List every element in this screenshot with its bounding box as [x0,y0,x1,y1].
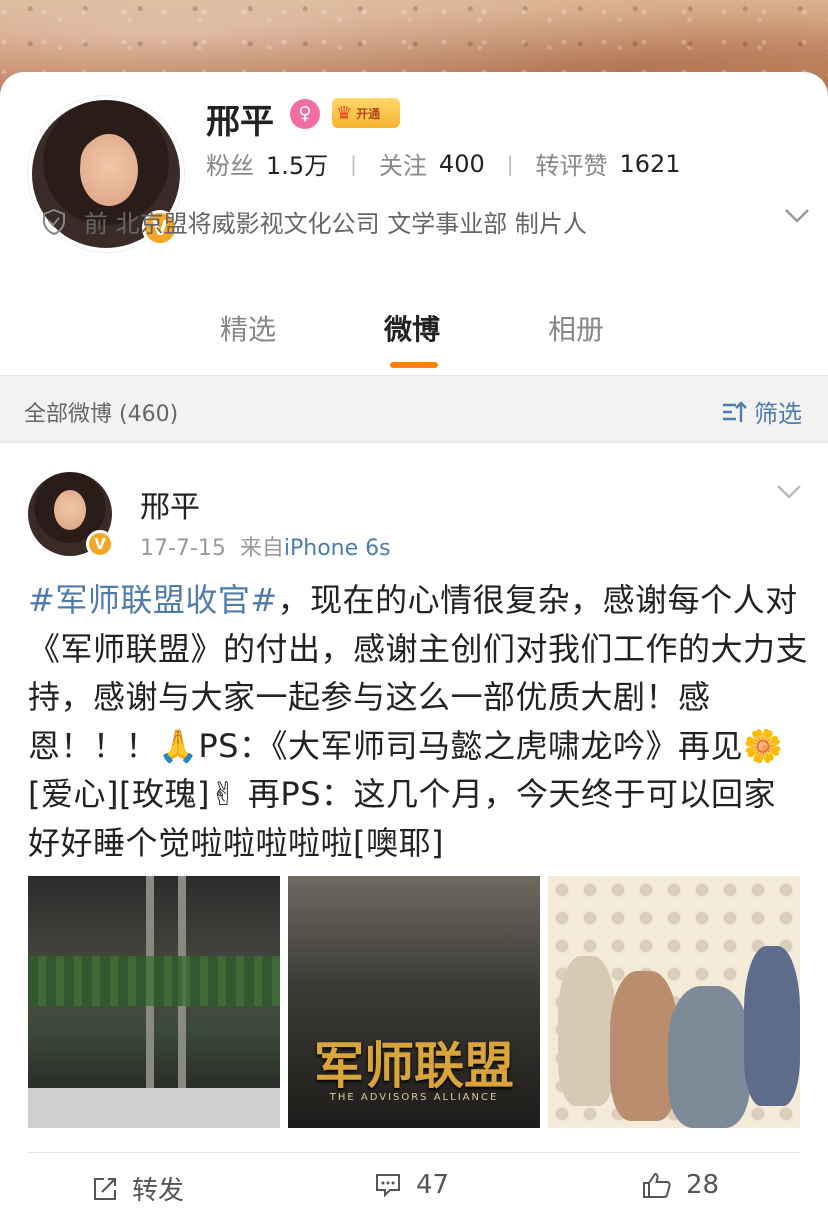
filter-label: 筛选 [754,400,802,428]
work-info-text: 前 北京盟将威影视文化公司 文学事业部 制片人 [84,210,587,238]
female-icon: ♀ [290,99,320,129]
profile-stats: 粉丝 1.5万 | 关注 400 | 转评赞 1621 [206,146,681,181]
post-body: #军师联盟收官#，现在的心情很复杂，感谢每个人对《军师联盟》的付出，感谢主创们对… [28,576,808,867]
tab-album[interactable]: 相册 [548,308,604,348]
post-author-name[interactable]: 邢平 [140,482,200,526]
post-image-office[interactable] [28,876,280,1128]
filter-bar: 全部微博 (460) 筛选 [0,375,828,443]
followers-label[interactable]: 粉丝 [206,146,254,181]
post-meta: 17-7-15 来自iPhone 6s [140,530,391,562]
poster-subtitle: THE ADVISORS ALLIANCE [329,1092,499,1103]
work-info-row[interactable]: 前 北京盟将威影视文化公司 文学事业部 制片人 [40,204,810,239]
post-device[interactable]: iPhone 6s [284,536,391,561]
active-tab-indicator [390,362,438,368]
vip-badge[interactable]: ♛ 开通 [332,98,400,128]
like-button[interactable]: 28 [642,1170,719,1200]
filter-button[interactable]: 筛选 [722,394,802,429]
followers-count[interactable]: 1.5万 [266,146,328,181]
thumbs-up-icon [643,1172,671,1198]
post-count-label: 全部微博 (460) [24,402,179,427]
repost-button[interactable]: 转发 [92,1170,184,1207]
following-count[interactable]: 400 [439,150,485,178]
profile-name: 邢平 [206,102,274,142]
post-image-illustration[interactable] [548,876,800,1128]
post-author-avatar[interactable]: V [28,472,114,558]
post-body-text: ，现在的心情很复杂，感谢每个人对《军师联盟》的付出，感谢主创们对我们工作的大力支… [28,581,809,862]
repost-label: 转发 [132,1176,185,1206]
poster-title: 军师联盟 [314,1036,514,1095]
topic-link[interactable]: #军师联盟收官# [28,581,278,619]
crown-icon: ♛ [336,102,353,124]
chevron-down-icon[interactable] [784,208,810,224]
comment-icon [376,1174,400,1198]
like-count: 28 [686,1170,720,1200]
engagement-count: 1621 [619,149,681,178]
filter-icon [723,400,747,422]
post-source-prefix: 来自 [239,536,284,561]
engagement-label: 转评赞 [535,152,608,180]
stat-divider: | [506,151,514,176]
comment-count: 47 [416,1170,450,1200]
stat-divider: | [350,151,357,176]
comment-button[interactable]: 47 [374,1170,449,1200]
chevron-down-icon[interactable] [776,484,802,500]
post-date: 17-7-15 [140,536,226,561]
vip-label: 开通 [356,106,381,121]
profile-tabs: 精选 微博 相册 [0,308,828,368]
tab-weibo[interactable]: 微博 [384,308,440,348]
tab-featured[interactable]: 精选 [220,308,276,348]
post-divider [28,1152,800,1153]
following-label[interactable]: 关注 [379,146,427,181]
shield-icon [43,208,65,235]
verified-icon: V [86,530,114,558]
repost-icon [94,1177,116,1200]
post-image-poster[interactable]: 军师联盟 THE ADVISORS ALLIANCE [288,876,540,1128]
